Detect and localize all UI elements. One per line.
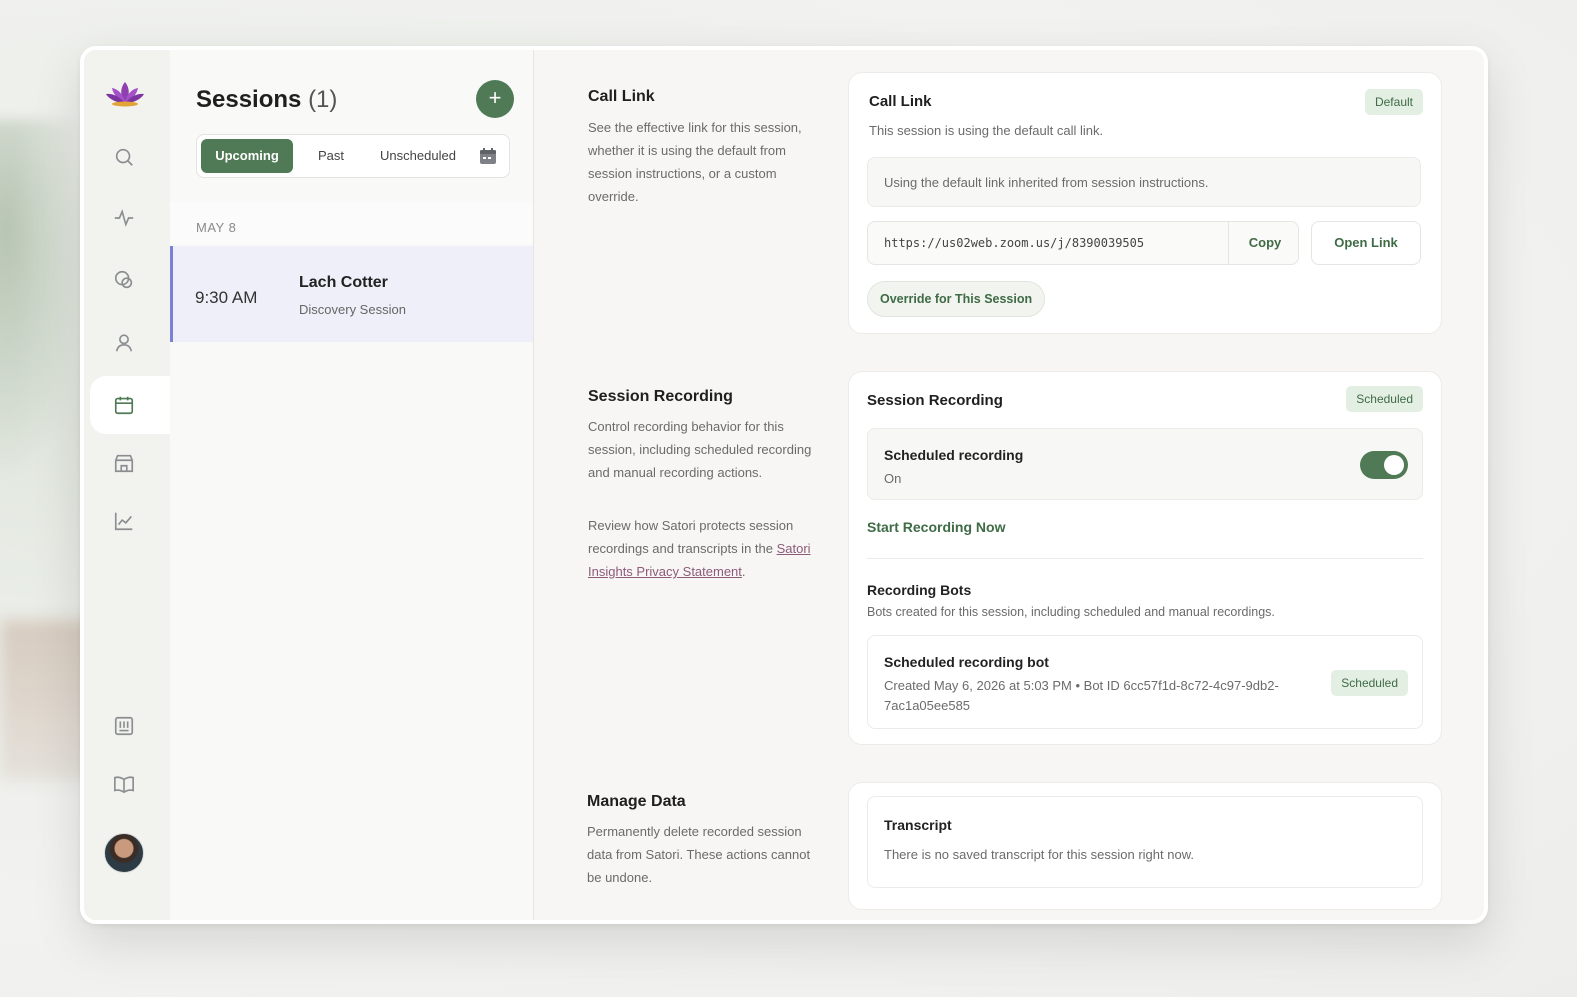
recording-bots-description: Bots created for this session, including… <box>867 605 1275 619</box>
tab-past[interactable]: Past <box>303 139 359 173</box>
recording-description: Control recording behavior for this sess… <box>588 419 812 480</box>
privacy-note: Review how Satori protects session recor… <box>588 514 828 583</box>
avatar[interactable] <box>104 833 144 873</box>
manage-data-heading: Manage Data <box>587 793 686 810</box>
scheduled-recording-toggle[interactable] <box>1360 451 1408 479</box>
activity-icon[interactable] <box>106 200 142 236</box>
manage-data-description: Permanently delete recorded session data… <box>587 824 811 885</box>
transcript-description: There is no saved transcript for this se… <box>884 847 1194 862</box>
calendar-icon[interactable] <box>106 387 142 423</box>
call-link-url[interactable]: https://us02web.zoom.us/j/8390039505 <box>884 236 1144 250</box>
call-link-card-title: Call Link <box>869 93 932 110</box>
user-icon[interactable] <box>106 325 142 361</box>
call-link-subtitle: This session is using the default call l… <box>869 123 1104 138</box>
icon-rail <box>84 50 174 920</box>
journal-icon[interactable] <box>106 708 142 744</box>
copy-button[interactable]: Copy <box>1230 222 1300 264</box>
sessions-panel: Sessions (1) + Upcoming Past Unscheduled… <box>170 50 534 920</box>
bot-meta-line1: Created May 6, 2026 at 5:03 PM • Bot ID … <box>884 678 1279 693</box>
add-session-button[interactable]: + <box>476 80 514 118</box>
bot-meta-line2: 7ac1a05ee585 <box>884 698 971 713</box>
recording-heading: Session Recording <box>588 388 733 405</box>
search-icon[interactable] <box>106 139 142 175</box>
sessions-title-text: Sessions <box>196 86 302 113</box>
tab-unscheduled[interactable]: Unscheduled <box>367 139 469 173</box>
chart-icon[interactable] <box>106 503 142 539</box>
call-link-url-field[interactable]: https://us02web.zoom.us/j/8390039505 Cop… <box>867 221 1299 265</box>
bot-status-badge: Scheduled <box>1331 670 1408 696</box>
book-icon[interactable] <box>106 766 142 802</box>
transcript-title: Transcript <box>884 817 952 833</box>
call-link-description: See the effective link for this session,… <box>588 120 802 204</box>
session-item[interactable]: 9:30 AM Lach Cotter Discovery Session <box>170 246 533 342</box>
page-title: Sessions (1) <box>196 86 337 114</box>
chat-icon[interactable] <box>106 262 142 298</box>
scheduled-recording-label: Scheduled recording <box>884 447 1024 463</box>
url-divider <box>1228 222 1229 264</box>
recording-card-title: Session Recording <box>867 392 1003 409</box>
scheduled-recording-state: On <box>884 471 902 486</box>
scheduled-recording-row: Scheduled recording On <box>867 428 1423 500</box>
start-recording-button[interactable]: Start Recording Now <box>867 519 1005 535</box>
recording-bots-title: Recording Bots <box>867 582 972 598</box>
bot-name: Scheduled recording bot <box>884 654 1049 670</box>
status-badge: Default <box>1364 89 1423 115</box>
sessions-count: (1) <box>308 86 338 113</box>
lotus-logo[interactable] <box>104 78 146 108</box>
session-type: Discovery Session <box>299 302 406 317</box>
date-group-label: MAY 8 <box>196 220 237 235</box>
session-client-name: Lach Cotter <box>299 274 388 291</box>
tab-upcoming[interactable]: Upcoming <box>201 139 293 173</box>
background-plant <box>0 120 90 480</box>
calendar-view-icon[interactable] <box>479 147 497 165</box>
default-link-info: Using the default link inherited from se… <box>867 157 1421 207</box>
call-link-card: Call Link Default This session is using … <box>848 72 1442 334</box>
session-detail: Call Link See the effective link for thi… <box>535 50 1484 920</box>
section-divider <box>867 558 1423 559</box>
transcript-box: Transcript There is no saved transcript … <box>867 796 1423 888</box>
privacy-note-period: . <box>741 564 746 579</box>
manage-data-card: Transcript There is no saved transcript … <box>848 782 1442 910</box>
status-badge: Scheduled <box>1346 386 1423 412</box>
store-icon[interactable] <box>106 445 142 481</box>
override-session-button[interactable]: Override for This Session <box>867 281 1046 317</box>
session-tabs: Upcoming Past Unscheduled <box>196 134 510 178</box>
open-link-button[interactable]: Open Link <box>1311 221 1421 265</box>
session-time: 9:30 AM <box>195 288 258 307</box>
app-window: Sessions (1) + Upcoming Past Unscheduled… <box>80 46 1488 924</box>
privacy-note-text: Review how Satori protects session recor… <box>588 518 794 556</box>
recording-card: Session Recording Scheduled Scheduled re… <box>848 371 1442 745</box>
call-link-heading: Call Link <box>588 88 655 105</box>
default-link-info-text: Using the default link inherited from se… <box>884 175 1209 190</box>
recording-bot-item: Scheduled recording bot Created May 6, 2… <box>867 635 1423 729</box>
